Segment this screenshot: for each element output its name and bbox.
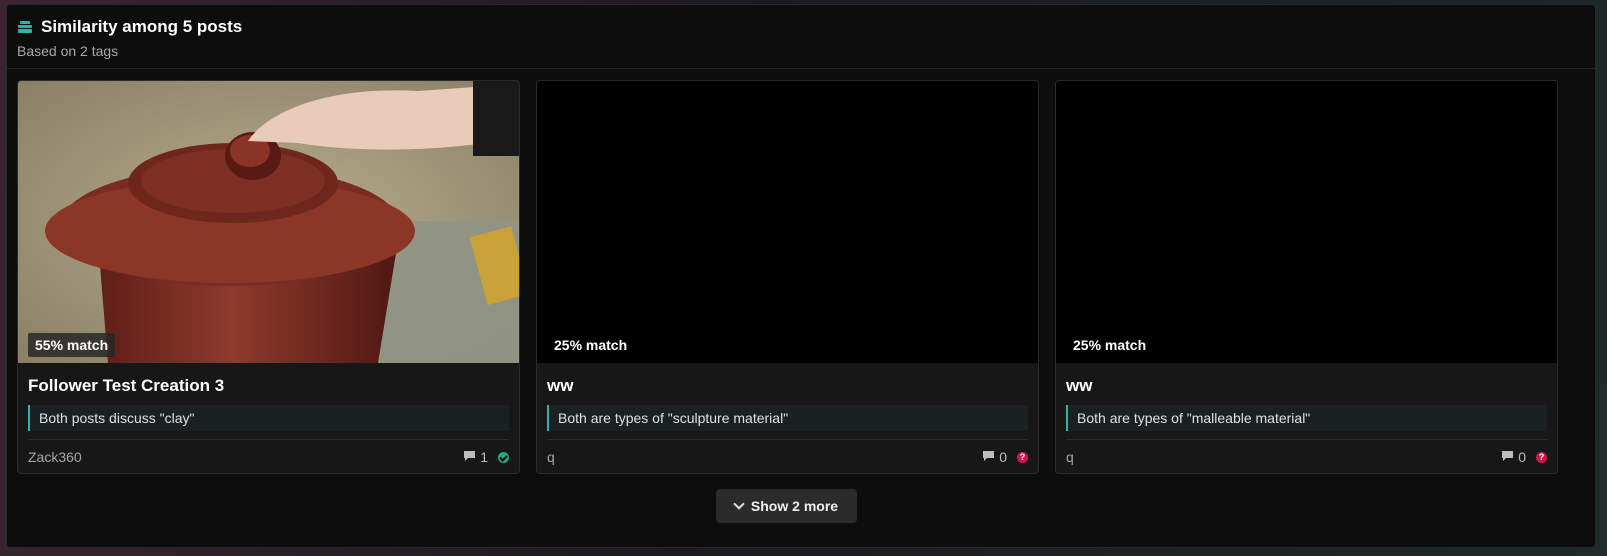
comment-count-value: 0	[1518, 449, 1526, 465]
title-row: Similarity among 5 posts	[17, 17, 1585, 37]
post-title[interactable]: ww	[1066, 376, 1547, 398]
divider	[547, 439, 1028, 440]
cards-row: 55% match Follower Test Creation 3 Both …	[17, 80, 1558, 474]
divider	[1066, 439, 1547, 440]
match-badge: 25% match	[554, 337, 628, 353]
panel-title: Similarity among 5 posts	[41, 17, 243, 36]
clay-pot-image	[18, 81, 519, 363]
post-card[interactable]: 25% match ww Both are types of "malleabl…	[1055, 80, 1558, 474]
post-card[interactable]: 55% match Follower Test Creation 3 Both …	[17, 80, 520, 474]
stack-icon	[17, 19, 33, 35]
show-more-label: Show 2 more	[750, 498, 839, 514]
comment-count-value: 0	[999, 449, 1007, 465]
divider	[28, 439, 509, 440]
comment-icon	[463, 449, 476, 465]
chevron-down-icon	[733, 498, 745, 510]
similarity-reason: Both are types of "sculpture material"	[547, 405, 1028, 431]
panel-header: Similarity among 5 posts Based on 2 tags	[7, 5, 1595, 69]
panel-subtitle: Based on 2 tags	[17, 43, 119, 59]
post-author[interactable]: Zack360	[28, 449, 82, 465]
post-meta: q 0 ?	[1066, 449, 1547, 465]
comment-icon	[1501, 449, 1514, 465]
comment-count: 1	[463, 449, 488, 465]
comment-count-value: 1	[480, 449, 488, 465]
post-meta: Zack360 1	[28, 449, 509, 465]
post-title[interactable]: ww	[547, 376, 1028, 398]
comment-count: 0	[982, 449, 1007, 465]
similarity-reason: Both are types of "malleable material"	[1066, 405, 1547, 431]
post-meta: q 0 ?	[547, 449, 1028, 465]
post-card[interactable]: 25% match ww Both are types of "sculptur…	[536, 80, 1039, 474]
question-circle-icon: ?	[1536, 451, 1547, 463]
post-thumbnail[interactable]: 55% match	[18, 81, 519, 363]
comment-count: 0	[1501, 449, 1526, 465]
post-title[interactable]: Follower Test Creation 3	[28, 376, 509, 398]
show-more-button[interactable]: Show 2 more	[716, 489, 857, 523]
similarity-panel: Similarity among 5 posts Based on 2 tags	[6, 4, 1596, 548]
check-circle-icon	[498, 451, 509, 463]
match-badge: 25% match	[1073, 337, 1147, 353]
post-author[interactable]: q	[547, 449, 555, 465]
similarity-reason: Both posts discuss "clay"	[28, 405, 509, 431]
comment-icon	[982, 449, 995, 465]
question-circle-icon: ?	[1017, 451, 1028, 463]
post-thumbnail[interactable]: 25% match	[537, 81, 1038, 363]
match-badge: 55% match	[28, 333, 116, 357]
post-thumbnail[interactable]: 25% match	[1056, 81, 1557, 363]
post-author[interactable]: q	[1066, 449, 1074, 465]
